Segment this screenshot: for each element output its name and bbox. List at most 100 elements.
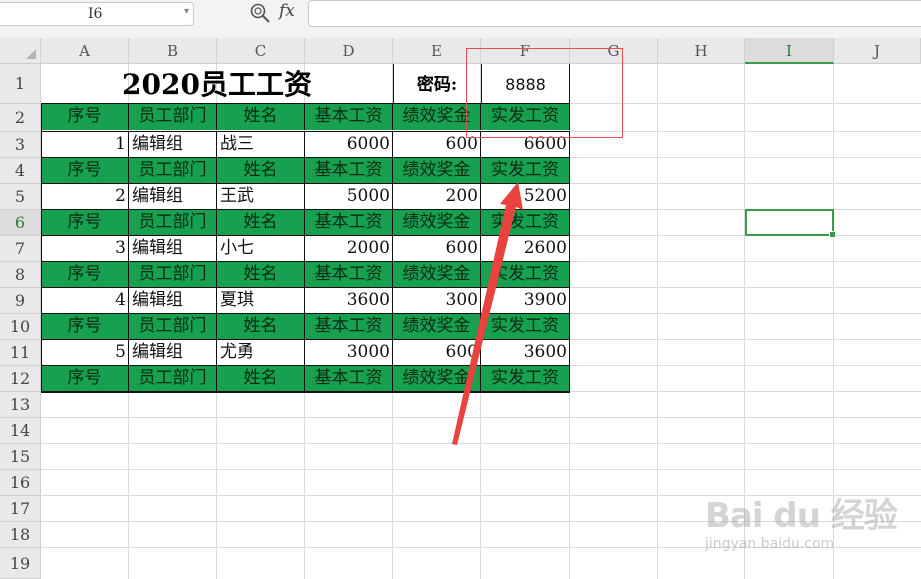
row-header-9[interactable]: 9 xyxy=(0,288,41,314)
header-cell[interactable]: 序号 xyxy=(41,262,129,288)
cell-no[interactable]: 4 xyxy=(41,288,129,314)
cell-bonus[interactable]: 600 xyxy=(393,340,481,366)
row-header-3[interactable]: 3 xyxy=(0,132,41,158)
row-header-10[interactable]: 10 xyxy=(0,314,41,340)
cell-bonus[interactable]: 300 xyxy=(393,288,481,314)
cell-base[interactable]: 3600 xyxy=(305,288,393,314)
sheet-title[interactable]: 2020员工工资 xyxy=(41,64,393,104)
row-header-8[interactable]: 8 xyxy=(0,262,41,288)
header-cell[interactable]: 序号 xyxy=(41,314,129,340)
cell-dept[interactable]: 编辑组 xyxy=(129,288,217,314)
row-header-1[interactable]: 1 xyxy=(0,64,41,104)
cell-name[interactable]: 王武 xyxy=(217,184,305,210)
cell-total[interactable]: 3900 xyxy=(481,288,570,314)
row-header-19[interactable]: 19 xyxy=(0,548,41,579)
formula-input[interactable] xyxy=(308,0,921,27)
cell-total[interactable]: 5200 xyxy=(481,184,570,210)
cell-dept[interactable]: 编辑组 xyxy=(129,132,217,158)
cell-name[interactable]: 战三 xyxy=(217,132,305,158)
header-cell[interactable]: 绩效奖金 xyxy=(393,366,481,392)
header-cell[interactable]: 员工部门 xyxy=(129,314,217,340)
cell-dept[interactable]: 编辑组 xyxy=(129,236,217,262)
header-cell[interactable]: 实发工资 xyxy=(481,366,570,392)
header-cell[interactable]: 员工部门 xyxy=(129,262,217,288)
annotation-box xyxy=(466,48,623,138)
row-header-6[interactable]: 6 xyxy=(0,210,41,236)
header-cell[interactable]: 基本工资 xyxy=(305,314,393,340)
fill-handle[interactable] xyxy=(829,231,836,238)
header-cell[interactable]: 绩效奖金 xyxy=(393,210,481,236)
header-cell[interactable]: 员工部门 xyxy=(129,104,217,130)
header-cell[interactable]: 基本工资 xyxy=(305,104,393,130)
cell-total[interactable]: 2600 xyxy=(481,236,570,262)
header-cell[interactable]: 员工部门 xyxy=(129,210,217,236)
row-header-17[interactable]: 17 xyxy=(0,496,41,522)
cell-dept[interactable]: 编辑组 xyxy=(129,184,217,210)
header-cell[interactable]: 序号 xyxy=(41,104,129,130)
cell-bonus[interactable]: 600 xyxy=(393,236,481,262)
header-cell[interactable]: 姓名 xyxy=(217,262,305,288)
name-box[interactable]: I6 ▾ xyxy=(0,2,194,26)
row-header-4[interactable]: 4 xyxy=(0,158,41,184)
header-cell[interactable]: 基本工资 xyxy=(305,366,393,392)
cell-bonus[interactable]: 200 xyxy=(393,184,481,210)
cell-name[interactable]: 小七 xyxy=(217,236,305,262)
cell-base[interactable]: 5000 xyxy=(305,184,393,210)
cell-no[interactable]: 3 xyxy=(41,236,129,262)
row-header-18[interactable]: 18 xyxy=(0,522,41,548)
watermark-url: jingyan.baidu.com xyxy=(705,536,835,552)
header-cell[interactable]: 姓名 xyxy=(217,210,305,236)
col-header-b[interactable]: B xyxy=(129,38,217,64)
cell-no[interactable]: 5 xyxy=(41,340,129,366)
cell-base[interactable]: 2000 xyxy=(305,236,393,262)
row-header-2[interactable]: 2 xyxy=(0,104,41,132)
row-header-13[interactable]: 13 xyxy=(0,392,41,418)
cell-dept[interactable]: 编辑组 xyxy=(129,340,217,366)
row-header-15[interactable]: 15 xyxy=(0,444,41,470)
col-header-j[interactable]: J xyxy=(834,38,921,64)
cell-name[interactable]: 尤勇 xyxy=(217,340,305,366)
cell-name[interactable]: 夏琪 xyxy=(217,288,305,314)
header-cell[interactable]: 员工部门 xyxy=(129,366,217,392)
cell-no[interactable]: 1 xyxy=(41,132,129,158)
header-cell[interactable]: 实发工资 xyxy=(481,158,570,184)
header-cell[interactable]: 基本工资 xyxy=(305,262,393,288)
cell-base[interactable]: 3000 xyxy=(305,340,393,366)
header-cell[interactable]: 姓名 xyxy=(217,158,305,184)
col-header-d[interactable]: D xyxy=(305,38,393,64)
col-header-c[interactable]: C xyxy=(217,38,305,64)
fx-icon[interactable]: fx xyxy=(279,1,295,21)
header-cell[interactable]: 姓名 xyxy=(217,104,305,130)
header-cell[interactable]: 绩效奖金 xyxy=(393,262,481,288)
header-cell[interactable]: 序号 xyxy=(41,366,129,392)
row-header-16[interactable]: 16 xyxy=(0,470,41,496)
zoom-formula-icon[interactable] xyxy=(249,2,271,24)
row-header-5[interactable]: 5 xyxy=(0,184,41,210)
header-cell[interactable]: 序号 xyxy=(41,158,129,184)
active-cell-selection[interactable] xyxy=(745,209,836,238)
col-header-i[interactable]: I xyxy=(745,38,834,64)
header-cell[interactable]: 绩效奖金 xyxy=(393,314,481,340)
cell-no[interactable]: 2 xyxy=(41,184,129,210)
cell-base[interactable]: 6000 xyxy=(305,132,393,158)
cell-total[interactable]: 3600 xyxy=(481,340,570,366)
row-header-7[interactable]: 7 xyxy=(0,236,41,262)
header-cell[interactable]: 绩效奖金 xyxy=(393,158,481,184)
header-cell[interactable]: 实发工资 xyxy=(481,314,570,340)
row-header-14[interactable]: 14 xyxy=(0,418,41,444)
header-cell[interactable]: 基本工资 xyxy=(305,158,393,184)
header-cell[interactable]: 姓名 xyxy=(217,314,305,340)
header-cell[interactable]: 基本工资 xyxy=(305,210,393,236)
header-cell[interactable]: 实发工资 xyxy=(481,210,570,236)
header-cell[interactable]: 员工部门 xyxy=(129,158,217,184)
header-cell[interactable]: 姓名 xyxy=(217,366,305,392)
col-header-a[interactable]: A xyxy=(41,38,129,64)
row-header-11[interactable]: 11 xyxy=(0,340,41,366)
select-all-corner[interactable] xyxy=(0,38,41,64)
col-header-h[interactable]: H xyxy=(658,38,745,64)
header-cell[interactable]: 实发工资 xyxy=(481,262,570,288)
baidu-watermark: Bai du 经验 jingyan.baidu.com xyxy=(705,478,915,558)
header-cell[interactable]: 序号 xyxy=(41,210,129,236)
row-header-12[interactable]: 12 xyxy=(0,366,41,392)
chevron-down-icon[interactable]: ▾ xyxy=(184,6,189,17)
